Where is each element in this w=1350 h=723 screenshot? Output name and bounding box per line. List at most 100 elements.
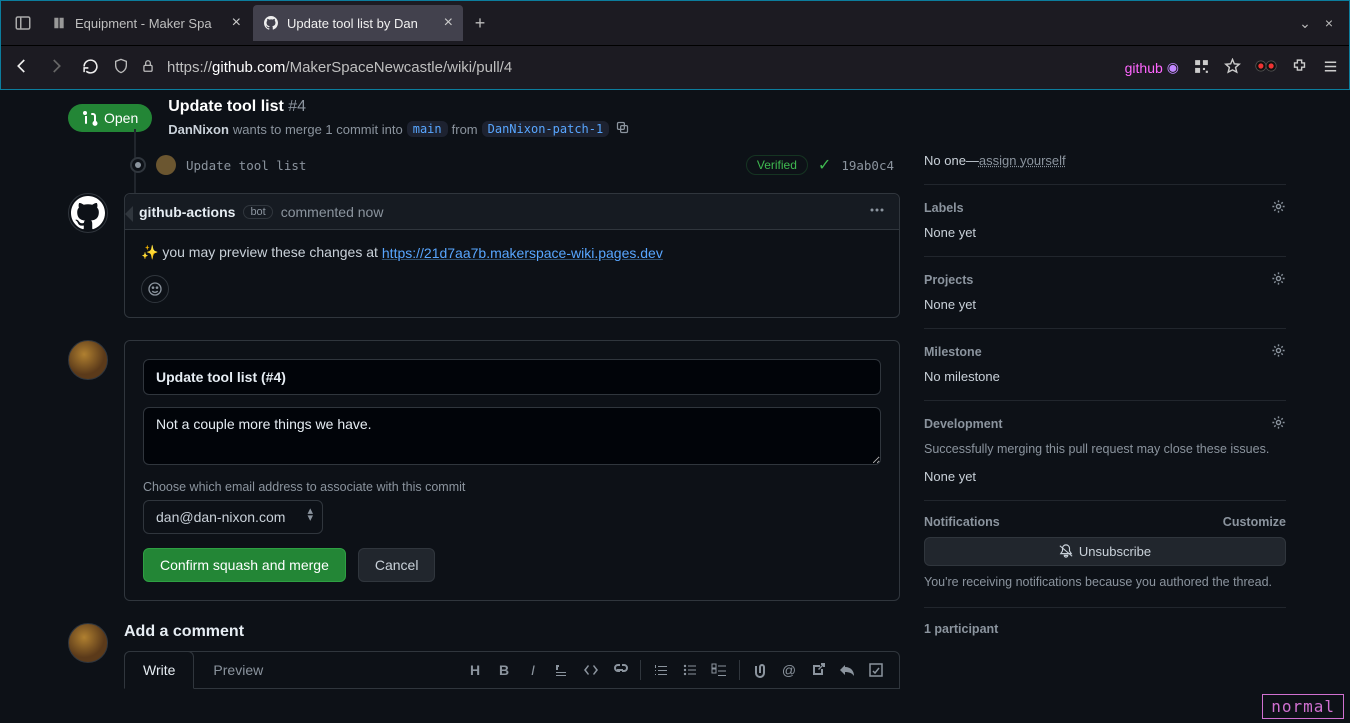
- email-hint: Choose which email address to associate …: [143, 480, 881, 494]
- comment-author[interactable]: github-actions: [139, 204, 235, 220]
- close-icon[interactable]: ×: [444, 14, 453, 32]
- milestone-heading: Milestone: [924, 345, 982, 359]
- bot-badge: bot: [243, 205, 272, 219]
- saved-replies-icon[interactable]: [863, 657, 889, 683]
- heading-icon[interactable]: H: [462, 657, 488, 683]
- labels-value: None yet: [924, 225, 1286, 240]
- menu-icon[interactable]: [1322, 58, 1339, 78]
- extensions-icon[interactable]: [1291, 58, 1308, 78]
- bold-icon[interactable]: B: [491, 657, 517, 683]
- development-heading: Development: [924, 417, 1003, 431]
- mention-icon[interactable]: @: [776, 657, 802, 683]
- notifications-heading: Notifications: [924, 515, 1000, 529]
- url-scheme: https://: [167, 59, 212, 76]
- qr-icon[interactable]: [1193, 58, 1210, 78]
- gear-icon[interactable]: [1271, 415, 1286, 433]
- vim-mode-indicator: normal: [1262, 694, 1344, 719]
- merge-form: Choose which email address to associate …: [124, 340, 900, 601]
- forward-button: [45, 57, 67, 78]
- eyes-icon[interactable]: [1255, 58, 1277, 77]
- close-icon[interactable]: ×: [232, 14, 241, 32]
- lock-icon[interactable]: [141, 59, 155, 76]
- book-icon: [51, 15, 67, 31]
- copy-icon[interactable]: [615, 120, 630, 138]
- unordered-list-icon[interactable]: [677, 657, 703, 683]
- timeline-commit: Update tool list Verified ✓ 19ab0c4: [130, 149, 900, 187]
- italic-icon[interactable]: I: [520, 657, 546, 683]
- milestone-value: No milestone: [924, 369, 1286, 384]
- gear-icon[interactable]: [1271, 271, 1286, 289]
- address-bar[interactable]: https://github.com/MakerSpaceNewcastle/w…: [167, 59, 1113, 76]
- window-close-icon[interactable]: ×: [1325, 15, 1333, 32]
- merge-description-input[interactable]: [143, 407, 881, 465]
- verified-badge[interactable]: Verified: [746, 155, 808, 175]
- email-select[interactable]: dan@dan-nixon.com: [143, 500, 323, 534]
- code-icon[interactable]: [578, 657, 604, 683]
- base-branch[interactable]: main: [407, 121, 448, 137]
- customize-link[interactable]: Customize: [1223, 515, 1286, 529]
- ordered-list-icon[interactable]: [648, 657, 674, 683]
- pr-title: Update tool list #4: [168, 98, 630, 116]
- participants-heading: 1 participant: [924, 622, 998, 636]
- development-desc: Successfully merging this pull request m…: [924, 441, 1286, 459]
- avatar[interactable]: [68, 193, 108, 233]
- notification-reason: You're receiving notifications because y…: [924, 574, 1286, 592]
- cancel-button[interactable]: Cancel: [358, 548, 436, 582]
- url-host: github.com: [212, 59, 285, 76]
- kebab-icon[interactable]: [869, 202, 885, 221]
- unsubscribe-button[interactable]: Unsubscribe: [924, 537, 1286, 566]
- avatar[interactable]: [68, 340, 108, 380]
- quote-icon[interactable]: [549, 657, 575, 683]
- attach-icon[interactable]: [747, 657, 773, 683]
- git-pull-request-icon: [82, 110, 98, 126]
- head-branch[interactable]: DanNixon-patch-1: [482, 121, 610, 137]
- bell-slash-icon: [1059, 544, 1073, 558]
- link-icon[interactable]: [607, 657, 633, 683]
- add-reaction-button[interactable]: [141, 275, 169, 303]
- tab-title: Equipment - Maker Spa: [75, 16, 212, 31]
- assignees-value: No one—assign yourself: [924, 153, 1286, 168]
- comment-box: github-actions bot commented now ✨ you m…: [124, 193, 900, 318]
- tracking-shield-icon[interactable]: [113, 58, 129, 77]
- tabs-dropdown-icon[interactable]: ⌄: [1299, 15, 1311, 32]
- gear-icon[interactable]: [1271, 343, 1286, 361]
- bookmark-icon[interactable]: [1224, 58, 1241, 78]
- pr-state-badge: Open: [68, 104, 152, 132]
- tab-preview[interactable]: Preview: [194, 652, 281, 688]
- container-label: github ◉: [1125, 59, 1179, 76]
- confirm-merge-button[interactable]: Confirm squash and merge: [143, 548, 346, 582]
- projects-value: None yet: [924, 297, 1286, 312]
- projects-heading: Projects: [924, 273, 973, 287]
- tab-write[interactable]: Write: [124, 651, 194, 689]
- comment-editor: Write Preview H B I: [124, 651, 900, 689]
- gear-icon[interactable]: [1271, 199, 1286, 217]
- avatar[interactable]: [156, 155, 176, 175]
- fingerprint-icon: ◉: [1167, 59, 1179, 76]
- tab-title: Update tool list by Dan: [287, 16, 418, 31]
- back-button[interactable]: [11, 57, 33, 78]
- add-comment-heading: Add a comment: [124, 623, 900, 641]
- browser-tab-active[interactable]: Update tool list by Dan ×: [253, 5, 463, 41]
- cross-reference-icon[interactable]: [805, 657, 831, 683]
- commit-sha[interactable]: 19ab0c4: [841, 158, 894, 173]
- github-icon: [263, 15, 279, 31]
- new-tab-button[interactable]: +: [465, 13, 495, 34]
- avatar[interactable]: [68, 623, 108, 663]
- reload-button[interactable]: [79, 58, 101, 78]
- preview-link[interactable]: https://21d7aa7b.makerspace-wiki.pages.d…: [382, 245, 663, 261]
- assign-yourself-link[interactable]: assign yourself: [979, 153, 1066, 168]
- commit-dot-icon: [130, 157, 146, 173]
- comment-body: ✨ you may preview these changes at https…: [141, 244, 883, 261]
- reply-icon[interactable]: [834, 657, 860, 683]
- task-list-icon[interactable]: [706, 657, 732, 683]
- merge-title-input[interactable]: [143, 359, 881, 395]
- select-caret-icon: ▴▾: [307, 508, 313, 522]
- url-path: /MakerSpaceNewcastle/wiki/pull/4: [285, 59, 512, 76]
- comment-timestamp: commented now: [281, 204, 384, 220]
- check-icon[interactable]: ✓: [818, 155, 831, 175]
- commit-message[interactable]: Update tool list: [186, 158, 306, 173]
- pr-author[interactable]: DanNixon: [168, 122, 229, 137]
- development-value: None yet: [924, 469, 1286, 484]
- browser-tab-inactive[interactable]: Equipment - Maker Spa ×: [41, 5, 251, 41]
- sidebar-toggle-icon[interactable]: [7, 7, 39, 39]
